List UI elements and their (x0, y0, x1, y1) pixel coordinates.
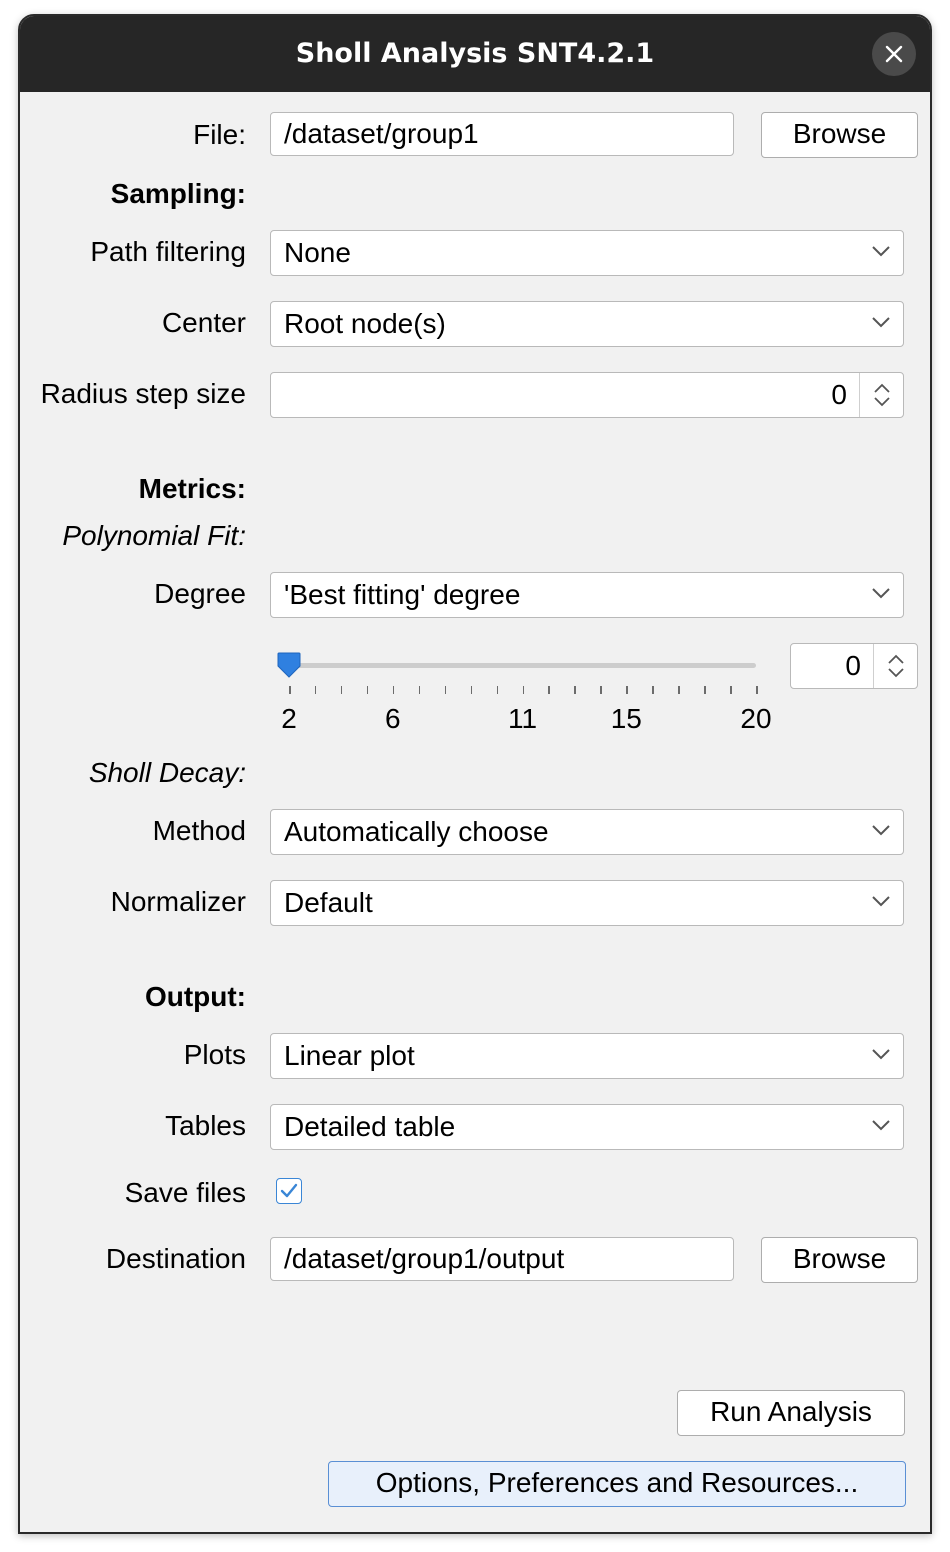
destination-label: Destination (105, 1243, 246, 1274)
slider-tick (574, 686, 576, 694)
degree-spinner-value: 0 (845, 650, 861, 681)
normalizer-label: Normalizer (110, 886, 246, 917)
center-value: Root node(s) (284, 308, 446, 339)
title-bar: Sholl Analysis SNT4.2.1 (20, 16, 930, 92)
polynomial-fit-subheading: Polynomial Fit: (62, 520, 246, 551)
tables-dropdown[interactable]: Detailed table (270, 1104, 904, 1150)
destination-browse-button[interactable]: Browse (761, 1237, 918, 1283)
file-path-input[interactable]: /dataset/group1 (270, 112, 734, 156)
method-label: Method (152, 815, 246, 846)
radius-step-label: Radius step size (40, 378, 246, 409)
slider-tick (418, 686, 421, 694)
degree-spinner-arrows[interactable] (873, 644, 917, 688)
method-value: Automatically choose (284, 816, 549, 847)
slider-tick (626, 686, 628, 694)
center-dropdown[interactable]: Root node(s) (270, 301, 904, 347)
chevron-down-icon (887, 668, 904, 678)
slider-tick (522, 686, 524, 694)
slider-tick (756, 686, 758, 694)
radius-step-spinner[interactable]: 0 (270, 372, 904, 418)
save-files-checkbox[interactable] (276, 1178, 302, 1204)
chevron-down-icon (872, 896, 890, 907)
tables-label: Tables (165, 1110, 246, 1141)
degree-value: 'Best fitting' degree (284, 579, 521, 610)
window-title: Sholl Analysis SNT4.2.1 (295, 38, 655, 69)
slider-tick-label: 2 (281, 703, 297, 734)
chevron-down-icon (872, 588, 890, 599)
path-filtering-label: Path filtering (90, 236, 246, 267)
save-files-label: Save files (124, 1177, 246, 1208)
options-preferences-button[interactable]: Options, Preferences and Resources... (328, 1461, 906, 1507)
close-button[interactable] (872, 32, 916, 76)
slider-tick (496, 686, 499, 694)
normalizer-value: Default (284, 887, 373, 918)
slider-tick (366, 686, 369, 694)
sholl-decay-subheading: Sholl Decay: (88, 757, 246, 788)
chevron-down-icon (872, 825, 890, 836)
path-filtering-dropdown[interactable]: None (270, 230, 904, 276)
radius-step-arrows[interactable] (859, 373, 903, 417)
center-label: Center (161, 307, 246, 338)
slider-tick (704, 686, 706, 694)
chevron-down-icon (872, 246, 890, 257)
method-dropdown[interactable]: Automatically choose (270, 809, 904, 855)
chevron-down-icon (872, 1049, 890, 1060)
file-label: File: (193, 119, 246, 150)
slider-tick (314, 686, 317, 694)
slider-tick (444, 686, 447, 694)
chevron-down-icon (872, 317, 890, 328)
slider-tick (470, 686, 473, 694)
slider-tick (730, 686, 732, 694)
slider-tick-label: 20 (740, 703, 772, 734)
degree-slider-track[interactable] (278, 663, 756, 668)
chevron-down-icon (873, 397, 890, 407)
file-browse-button[interactable]: Browse (761, 112, 918, 158)
slider-tick (340, 686, 343, 694)
slider-tick-label: 11 (507, 703, 538, 734)
sampling-heading: Sampling: (110, 178, 246, 209)
close-icon (885, 45, 903, 63)
degree-dropdown[interactable]: 'Best fitting' degree (270, 572, 904, 618)
run-analysis-button[interactable]: Run Analysis (677, 1390, 905, 1436)
slider-tick (678, 686, 680, 694)
normalizer-dropdown[interactable]: Default (270, 880, 904, 926)
plots-label: Plots (183, 1039, 246, 1070)
radius-step-value: 0 (831, 379, 847, 410)
degree-label: Degree (154, 578, 246, 609)
chevron-down-icon (872, 1120, 890, 1131)
tables-value: Detailed table (284, 1111, 456, 1142)
slider-tick (392, 686, 395, 694)
slider-tick (289, 686, 291, 694)
degree-slider-thumb[interactable] (277, 652, 301, 678)
sholl-analysis-dialog: Sholl Analysis SNT4.2.1 File: /dataset/g… (18, 14, 932, 1534)
path-filtering-value: None (284, 237, 351, 268)
slider-tick (600, 686, 602, 694)
slider-tick (548, 686, 550, 694)
slider-tick (652, 686, 654, 694)
plots-dropdown[interactable]: Linear plot (270, 1033, 904, 1079)
chevron-up-icon (887, 654, 904, 664)
slider-tick-label: 15 (610, 703, 642, 734)
chevron-up-icon (873, 383, 890, 393)
checkmark-icon (280, 1183, 298, 1198)
slider-tick-label: 6 (384, 703, 401, 734)
metrics-heading: Metrics: (138, 473, 246, 504)
destination-input[interactable]: /dataset/group1/output (270, 1237, 734, 1281)
degree-spinner[interactable]: 0 (790, 643, 918, 689)
plots-value: Linear plot (284, 1040, 415, 1071)
output-heading: Output: (144, 981, 246, 1012)
